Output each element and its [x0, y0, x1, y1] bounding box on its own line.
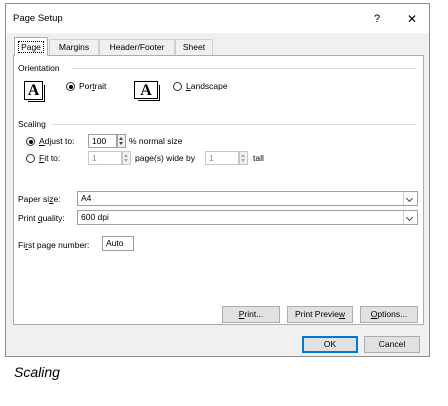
landscape-icon: A	[134, 81, 160, 101]
landscape-label[interactable]: Landscape	[186, 81, 228, 91]
print-preview-button[interactable]: Print Preview	[287, 306, 353, 323]
adjust-percent-spinner[interactable]	[117, 134, 126, 148]
paper-size-label: Paper size:	[18, 194, 61, 204]
scaling-separator	[52, 124, 416, 125]
orientation-heading: Orientation	[18, 63, 60, 73]
pages-wide-label: page(s) wide by	[135, 153, 196, 163]
fit-to-radio[interactable]	[26, 154, 35, 163]
scaling-heading: Scaling	[18, 119, 46, 129]
normal-size-label: % normal size	[129, 136, 183, 146]
close-icon[interactable]: ✕	[402, 10, 422, 28]
help-icon[interactable]: ?	[368, 10, 386, 28]
tab-page-label: Page	[18, 41, 44, 53]
tab-sheet[interactable]: Sheet	[175, 39, 213, 55]
adjust-to-radio[interactable]	[26, 137, 35, 146]
fit-to-label[interactable]: Fit to:	[39, 153, 60, 163]
adjust-to-label[interactable]: Adjust to:	[39, 136, 74, 146]
cancel-button[interactable]: Cancel	[364, 336, 420, 353]
orientation-separator	[72, 68, 416, 69]
spin-up-icon[interactable]	[124, 154, 128, 157]
options-button[interactable]: Options...	[360, 306, 418, 323]
spin-down-icon[interactable]	[124, 159, 128, 162]
figure-caption: Scaling	[14, 364, 60, 380]
pages-wide-spinner[interactable]	[122, 151, 131, 165]
portrait-icon: A	[24, 81, 45, 102]
first-page-number-label: First page number:	[18, 240, 90, 250]
portrait-radio[interactable]	[66, 82, 75, 91]
tab-page[interactable]: Page	[14, 37, 48, 56]
tab-header-footer[interactable]: Header/Footer	[99, 39, 175, 55]
portrait-label[interactable]: Portrait	[79, 81, 106, 91]
page-tab-panel: Orientation A Portrait A Landscape Scali…	[13, 55, 424, 325]
pages-tall-input[interactable]: 1	[205, 151, 239, 165]
landscape-radio[interactable]	[173, 82, 182, 91]
tab-margins[interactable]: Margins	[49, 39, 99, 55]
dialog-title: Page Setup	[13, 13, 63, 24]
ok-button[interactable]: OK	[302, 336, 358, 353]
spin-down-icon[interactable]	[241, 159, 245, 162]
chevron-down-icon[interactable]	[403, 192, 417, 205]
first-page-number-input[interactable]: Auto	[102, 236, 134, 251]
adjust-percent-input[interactable]: 100	[88, 134, 117, 148]
title-bar: Page Setup ? ✕	[6, 4, 429, 33]
chevron-down-icon[interactable]	[403, 211, 417, 224]
page-setup-dialog: Page Setup ? ✕ Page Margins Header/Foote…	[5, 3, 430, 357]
pages-wide-input[interactable]: 1	[88, 151, 122, 165]
print-quality-label: Print quality:	[18, 213, 65, 223]
print-quality-value: 600 dpi	[81, 212, 109, 222]
pages-tall-label: tall	[253, 153, 264, 163]
print-quality-select[interactable]: 600 dpi	[77, 210, 418, 225]
spin-down-icon[interactable]	[119, 142, 123, 145]
pages-tall-spinner[interactable]	[239, 151, 248, 165]
print-button[interactable]: Print...	[222, 306, 280, 323]
spin-up-icon[interactable]	[241, 154, 245, 157]
spin-up-icon[interactable]	[119, 137, 123, 140]
paper-size-select[interactable]: A4	[77, 191, 418, 206]
paper-size-value: A4	[81, 193, 92, 203]
